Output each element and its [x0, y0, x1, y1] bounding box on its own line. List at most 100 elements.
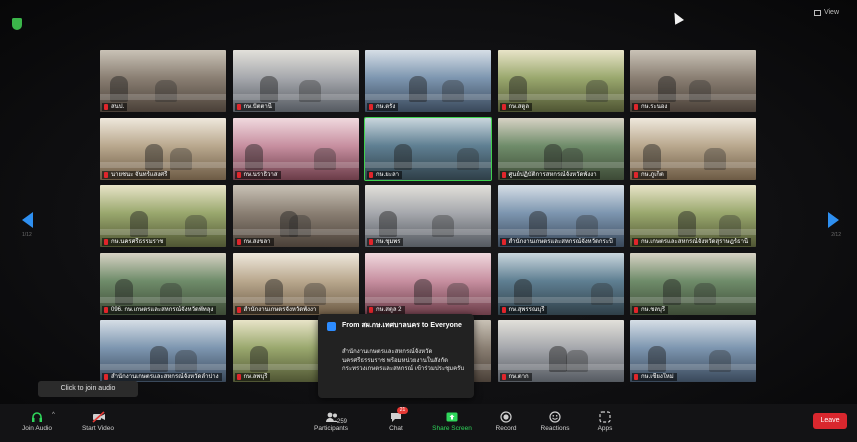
- next-page-arrow-icon[interactable]: [828, 212, 839, 228]
- record-button[interactable]: Record: [481, 410, 531, 432]
- mic-muted-icon: [236, 374, 241, 380]
- video-tile[interactable]: กษ.ตรัง: [365, 50, 491, 112]
- share-screen-label: Share Screen: [432, 425, 472, 432]
- video-tile[interactable]: สำนักงานเกษตรและสหกรณ์จังหวัดกระบี่: [497, 185, 624, 247]
- chat-unread-badge: 21: [397, 407, 408, 414]
- video-tile[interactable]: กษ.สตูล 2: [365, 252, 491, 315]
- video-tile[interactable]: กษ.สตูล: [497, 50, 624, 112]
- participant-name-text: นายชนะ จันทร์แสงศรี: [111, 171, 168, 178]
- video-tile[interactable]: กษ.ภูเก็ต: [630, 117, 756, 180]
- participant-name: กษ.ยะลา: [367, 170, 403, 179]
- chat-bubble-icon: [327, 322, 336, 331]
- video-tile[interactable]: สำนักงานเกษตรและสหกรณ์จังหวัดลำปาง: [100, 320, 226, 382]
- mic-muted-icon: [369, 104, 373, 110]
- participant-name: กษ.ปัตตานี: [234, 103, 275, 111]
- video-tile[interactable]: กษ.นราธิวาส: [232, 117, 359, 180]
- video-tile[interactable]: กษ.เกษตรและสหกรณ์จังหวัดสุราษฎร์ธานี: [630, 185, 756, 247]
- apps-label: Apps: [597, 425, 613, 432]
- video-tile[interactable]: ศูนย์ปฏิบัติการสหกรณ์จังหวัดพังงา: [497, 117, 624, 180]
- reactions-button[interactable]: Reactions: [530, 410, 580, 432]
- participant-name: 096. กษ.เกษตรและสหกรณ์จังหวัดพัทลุง: [102, 305, 217, 314]
- mic-muted-icon: [236, 104, 241, 110]
- video-tile[interactable]: กษ.ยะลา: [365, 117, 491, 180]
- video-tile[interactable]: สนป.: [100, 50, 226, 112]
- video-tile[interactable]: กษ.นครศรีธรรมราช: [100, 185, 226, 247]
- audio-options-chevron-icon[interactable]: ^: [52, 412, 55, 418]
- apps-button[interactable]: Apps: [580, 410, 630, 432]
- mic-muted-icon: [104, 171, 108, 178]
- apps-icon: [599, 410, 611, 423]
- participant-name: กษ.สตูล 2: [367, 305, 405, 314]
- video-tile[interactable]: นายชนะ จันทร์แสงศรี: [100, 117, 226, 180]
- participant-name: สนป.: [102, 103, 128, 111]
- video-off-icon: [92, 410, 105, 423]
- view-button[interactable]: View: [813, 9, 839, 16]
- chat-button[interactable]: 21 Chat: [371, 407, 421, 432]
- mic-muted-icon: [236, 171, 241, 178]
- participants-icon: [325, 410, 338, 422]
- video-tile[interactable]: กษ.ระนอง: [630, 50, 756, 112]
- video-tile[interactable]: กษ.สงขลา: [232, 185, 359, 247]
- record-icon: [500, 410, 512, 423]
- headphones-icon: [31, 410, 43, 422]
- participant-name-text: กษ.เกษตรและสหกรณ์จังหวัดสุราษฎร์ธานี: [641, 239, 749, 245]
- next-page-number: 2/12: [831, 232, 841, 238]
- participant-name: กษ.นครศรีธรรมราช: [102, 238, 167, 246]
- mic-muted-icon: [236, 239, 241, 245]
- participant-name: สำนักงานเกษตรและสหกรณ์จังหวัดกระบี่: [499, 238, 616, 246]
- mic-muted-icon: [501, 306, 506, 313]
- participant-name: กษ.สุพรรณบุรี: [499, 305, 548, 314]
- video-tile[interactable]: กษ.สุพรรณบุรี: [497, 252, 624, 315]
- video-tile[interactable]: 096. กษ.เกษตรและสหกรณ์จังหวัดพัทลุง: [100, 252, 226, 315]
- video-tile[interactable]: กษ.ปัตตานี: [232, 50, 359, 112]
- participant-name-text: กษ.ลพบุรี: [243, 374, 268, 380]
- participant-name-text: สนป.: [111, 104, 125, 110]
- share-screen-button[interactable]: Share Screen: [427, 410, 477, 432]
- participant-name-text: สำนักงานเกษตรและสหกรณ์จังหวัดลำปาง: [111, 374, 219, 380]
- previous-page-number: 1/12: [22, 232, 32, 238]
- mic-muted-icon: [369, 239, 373, 245]
- leave-button[interactable]: Leave: [813, 413, 847, 429]
- participant-name-text: กษ.ระนอง: [641, 104, 668, 110]
- video-tile[interactable]: กษ.ตาก: [497, 320, 624, 382]
- participants-button[interactable]: 259 Participants: [306, 410, 356, 432]
- participant-name: นายชนะ จันทร์แสงศรี: [102, 170, 171, 179]
- mic-muted-icon: [369, 306, 373, 313]
- chat-toast-sender: From สผ.กษ.เทศบาลนคร to Everyone: [342, 322, 462, 329]
- start-video-button[interactable]: Start Video: [73, 410, 123, 432]
- participant-name: กษ.ระนอง: [632, 103, 671, 111]
- encryption-shield-icon[interactable]: [12, 18, 22, 30]
- video-tile[interactable]: สำนักงานเกษตรจังหวัดพังงา: [232, 252, 359, 315]
- participant-name-text: กษ.เชียงใหม่: [641, 374, 674, 380]
- participant-name-text: 096. กษ.เกษตรและสหกรณ์จังหวัดพัทลุง: [111, 306, 214, 313]
- mic-muted-icon: [634, 239, 638, 245]
- participant-name: กษ.ภูเก็ต: [632, 170, 667, 179]
- participant-name: สำนักงานเกษตรจังหวัดพังงา: [234, 305, 320, 314]
- mic-muted-icon: [104, 374, 108, 380]
- participant-name-text: กษ.ตาก: [508, 374, 529, 380]
- video-tile[interactable]: กษ.ชลบุรี: [630, 252, 756, 315]
- participant-name-text: กษ.ปัตตานี: [243, 104, 272, 110]
- mic-muted-icon: [104, 306, 108, 313]
- mic-muted-icon: [634, 104, 638, 110]
- participant-name: กษ.ชลบุรี: [632, 305, 669, 314]
- join-audio-tooltip: Click to join audio: [38, 381, 138, 397]
- participant-name-text: กษ.สงขลา: [243, 239, 271, 245]
- participant-name: กษ.ตาก: [499, 373, 532, 381]
- video-tile[interactable]: กษ.เชียงใหม่: [630, 320, 756, 382]
- video-tile[interactable]: กษ.ชุมพร: [365, 185, 491, 247]
- participant-name-text: กษ.นครศรีธรรมราช: [111, 239, 164, 245]
- join-audio-button[interactable]: Join Audio ^: [12, 410, 62, 432]
- grid-view-icon: [813, 9, 821, 16]
- participant-name: กษ.สงขลา: [234, 238, 274, 246]
- join-audio-label: Join Audio: [22, 425, 52, 432]
- chat-toast-message: สำนักงานเกษตรและสหกรณ์จังหวัด นครศรีธรรม…: [342, 349, 465, 372]
- record-label: Record: [495, 425, 517, 432]
- participant-name-text: กษ.สตูล 2: [376, 306, 402, 313]
- participant-name: กษ.ลพบุรี: [234, 373, 271, 381]
- mouse-cursor-icon: [670, 10, 684, 25]
- participant-name-text: กษ.สตูล: [508, 104, 530, 110]
- mic-muted-icon: [501, 171, 506, 178]
- chat-toast[interactable]: From สผ.กษ.เทศบาลนคร to Everyone สำนักงา…: [318, 314, 474, 398]
- previous-page-arrow-icon[interactable]: [22, 212, 33, 228]
